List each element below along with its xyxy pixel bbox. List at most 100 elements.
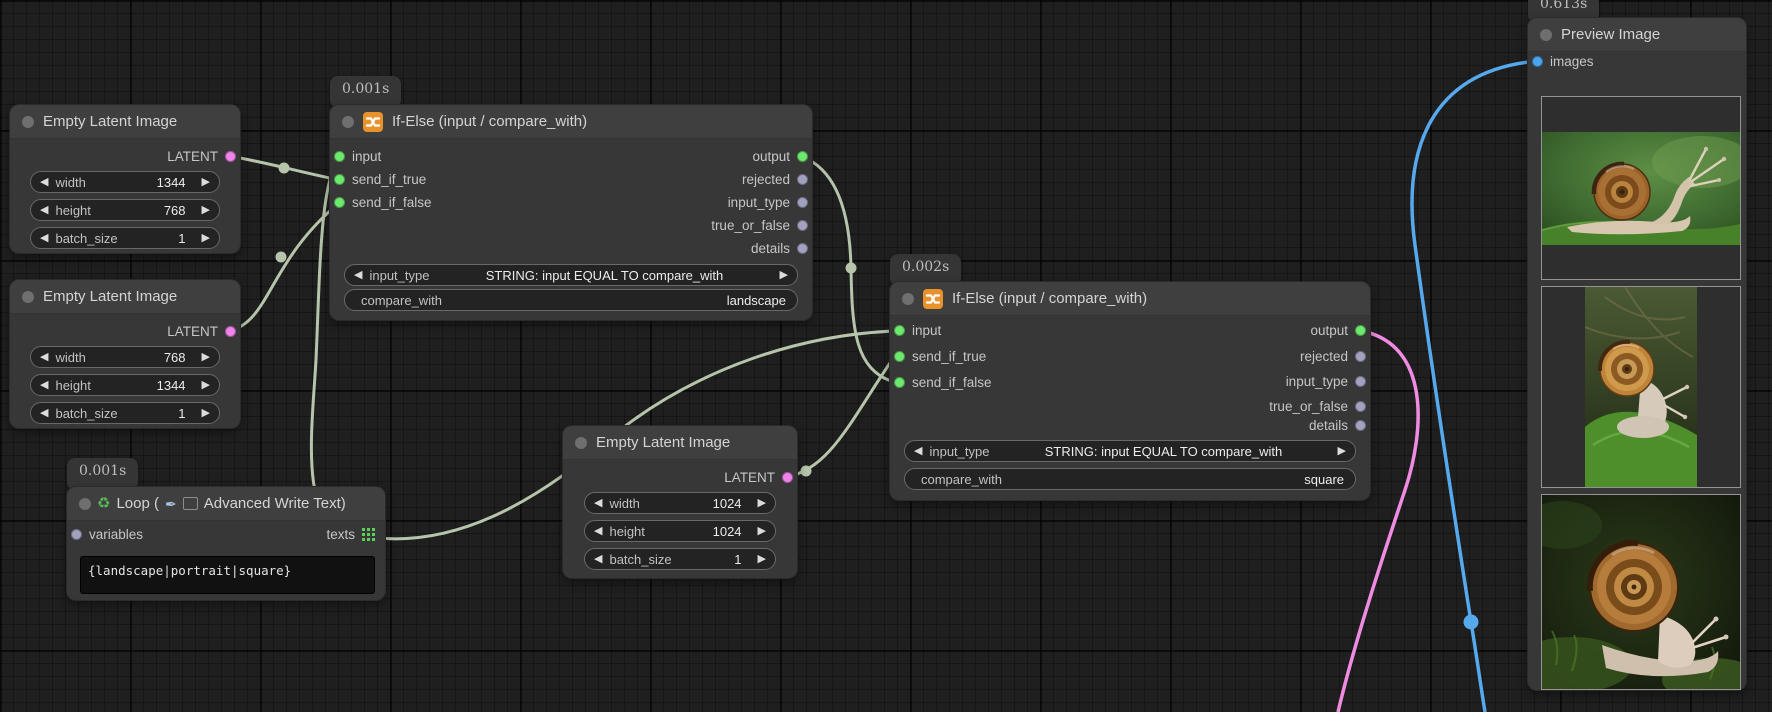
collapse-dot[interactable] — [79, 498, 91, 510]
output-port-latent[interactable]: LATENT — [724, 467, 793, 488]
images-slot-icon[interactable] — [1532, 56, 1543, 67]
input-port-send-if-false[interactable]: send_if_false — [894, 372, 992, 393]
decrement-icon[interactable]: ◀ — [40, 177, 48, 188]
batch-size-widget[interactable]: ◀ batch_size 1 ▶ — [584, 548, 776, 570]
output-port-latent[interactable]: LATENT — [167, 146, 236, 167]
increment-icon[interactable]: ▶ — [758, 526, 766, 537]
decrement-icon[interactable]: ◀ — [40, 380, 48, 391]
node-empty-latent-image-3[interactable]: Empty Latent Image LATENT ◀ width 1024 ▶… — [563, 426, 797, 578]
output-port-input-type[interactable]: input_type — [728, 192, 808, 213]
node-empty-latent-image-2[interactable]: Empty Latent Image LATENT ◀ width 768 ▶ … — [10, 280, 240, 428]
increment-icon[interactable]: ▶ — [202, 177, 210, 188]
increment-icon[interactable]: ▶ — [758, 554, 766, 565]
decrement-icon[interactable]: ◀ — [594, 498, 602, 509]
preview-thumbnail-landscape[interactable] — [1541, 96, 1741, 280]
wire-dot[interactable] — [801, 466, 812, 477]
output-slot-icon[interactable] — [797, 220, 808, 231]
output-slot-icon[interactable] — [1355, 351, 1366, 362]
increment-icon[interactable]: ▶ — [202, 233, 210, 244]
input-port-send-if-false[interactable]: send_if_false — [334, 192, 432, 213]
input-slot-icon[interactable] — [334, 197, 345, 208]
preview-thumbnail-portrait[interactable] — [1541, 286, 1741, 488]
latent-slot-icon[interactable] — [225, 151, 236, 162]
node-title-bar[interactable]: Empty Latent Image — [10, 280, 240, 314]
input-port-input[interactable]: input — [894, 320, 941, 341]
collapse-dot[interactable] — [22, 116, 34, 128]
width-widget[interactable]: ◀ width 1344 ▶ — [30, 171, 220, 193]
compare-with-field[interactable]: compare_with landscape — [344, 289, 798, 311]
node-title-bar[interactable]: Preview Image — [1528, 18, 1746, 52]
node-graph-canvas[interactable]: 0.001s 0.001s 0.002s 0.613s Empty Latent… — [0, 0, 1772, 712]
increment-icon[interactable]: ▶ — [202, 408, 210, 419]
decrement-icon[interactable]: ◀ — [40, 352, 48, 363]
collapse-dot[interactable] — [22, 291, 34, 303]
node-loop-advanced-write-text[interactable]: ♻ Loop ( ✒ Advanced Write Text) variable… — [67, 487, 385, 600]
decrement-icon[interactable]: ◀ — [40, 408, 48, 419]
wire-dot[interactable] — [846, 263, 857, 274]
batch-size-widget[interactable]: ◀ batch_size 1 ▶ — [30, 402, 220, 424]
output-port-details[interactable]: details — [751, 238, 808, 259]
output-slot-icon[interactable] — [1355, 325, 1366, 336]
height-widget[interactable]: ◀ height 1024 ▶ — [584, 520, 776, 542]
collapse-dot[interactable] — [575, 437, 587, 449]
combo-prev-icon[interactable]: ◀ — [354, 270, 362, 281]
collapse-dot[interactable] — [1540, 29, 1552, 41]
node-if-else-1[interactable]: If-Else (input / compare_with) input sen… — [330, 105, 812, 320]
grid-icon[interactable] — [362, 528, 375, 541]
width-widget[interactable]: ◀ width 1024 ▶ — [584, 492, 776, 514]
increment-icon[interactable]: ▶ — [202, 205, 210, 216]
input-port-send-if-true[interactable]: send_if_true — [894, 346, 986, 367]
input-port-send-if-true[interactable]: send_if_true — [334, 169, 426, 190]
input-slot-icon[interactable] — [334, 174, 345, 185]
output-port-details[interactable]: details — [1309, 415, 1366, 436]
node-title-bar[interactable]: If-Else (input / compare_with) — [890, 282, 1370, 316]
output-slot-icon[interactable] — [1355, 420, 1366, 431]
output-slot-icon[interactable] — [797, 243, 808, 254]
latent-slot-icon[interactable] — [782, 472, 793, 483]
output-slot-icon[interactable] — [797, 151, 808, 162]
height-widget[interactable]: ◀ height 768 ▶ — [30, 199, 220, 221]
decrement-icon[interactable]: ◀ — [594, 554, 602, 565]
compare-with-field[interactable]: compare_with square — [904, 468, 1356, 490]
input-port-images[interactable]: images — [1532, 51, 1594, 72]
output-port-true-or-false[interactable]: true_or_false — [1269, 396, 1366, 417]
combo-next-icon[interactable]: ▶ — [780, 270, 788, 281]
decrement-icon[interactable]: ◀ — [40, 205, 48, 216]
input-type-combo[interactable]: ◀ input_type STRING: input EQUAL TO comp… — [904, 440, 1356, 462]
input-slot-icon[interactable] — [334, 151, 345, 162]
node-if-else-2[interactable]: If-Else (input / compare_with) input sen… — [890, 282, 1370, 500]
output-port-rejected[interactable]: rejected — [1300, 346, 1366, 367]
output-slot-icon[interactable] — [797, 174, 808, 185]
collapse-dot[interactable] — [902, 293, 914, 305]
node-title-bar[interactable]: Empty Latent Image — [10, 105, 240, 139]
input-slot-icon[interactable] — [894, 325, 905, 336]
input-port-input[interactable]: input — [334, 146, 381, 167]
input-slot-icon[interactable] — [894, 351, 905, 362]
node-preview-image[interactable]: Preview Image images — [1528, 18, 1746, 690]
input-type-combo[interactable]: ◀ input_type STRING: input EQUAL TO comp… — [344, 264, 798, 286]
node-title-bar[interactable]: Empty Latent Image — [563, 426, 797, 460]
output-port-rejected[interactable]: rejected — [742, 169, 808, 190]
increment-icon[interactable]: ▶ — [202, 352, 210, 363]
wire-dot[interactable] — [279, 163, 290, 174]
node-empty-latent-image-1[interactable]: Empty Latent Image LATENT ◀ width 1344 ▶… — [10, 105, 240, 253]
wire-dot-blue[interactable] — [1464, 615, 1479, 630]
latent-slot-icon[interactable] — [225, 326, 236, 337]
combo-next-icon[interactable]: ▶ — [1338, 446, 1346, 457]
output-slot-icon[interactable] — [1355, 401, 1366, 412]
input-slot-icon[interactable] — [894, 377, 905, 388]
increment-icon[interactable]: ▶ — [758, 498, 766, 509]
decrement-icon[interactable]: ◀ — [40, 233, 48, 244]
output-slot-icon[interactable] — [797, 197, 808, 208]
text-input[interactable]: {landscape|portrait|square} — [80, 556, 375, 594]
preview-thumbnail-square[interactable] — [1541, 494, 1741, 690]
variables-slot-icon[interactable] — [71, 529, 82, 540]
increment-icon[interactable]: ▶ — [202, 380, 210, 391]
output-port-true-or-false[interactable]: true_or_false — [711, 215, 808, 236]
height-widget[interactable]: ◀ height 1344 ▶ — [30, 374, 220, 396]
combo-prev-icon[interactable]: ◀ — [914, 446, 922, 457]
node-title-bar[interactable]: ♻ Loop ( ✒ Advanced Write Text) — [67, 487, 385, 521]
output-port-input-type[interactable]: input_type — [1286, 371, 1366, 392]
width-widget[interactable]: ◀ width 768 ▶ — [30, 346, 220, 368]
batch-size-widget[interactable]: ◀ batch_size 1 ▶ — [30, 227, 220, 249]
